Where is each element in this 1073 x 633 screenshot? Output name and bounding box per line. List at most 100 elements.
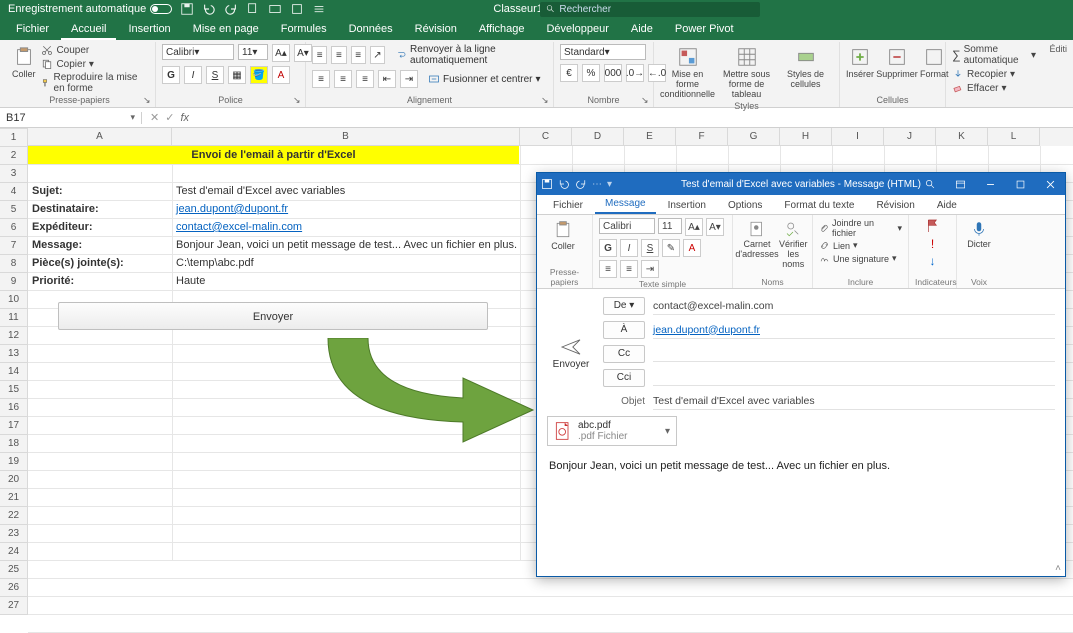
label-pj[interactable]: Pièce(s) jointe(s): <box>28 254 172 272</box>
ol-font-size[interactable]: 11 <box>658 218 682 234</box>
ol-cci-button[interactable]: Cci <box>603 369 645 387</box>
ol-increase-font[interactable]: A▴ <box>685 218 703 236</box>
ol-cci-field[interactable] <box>653 370 1055 386</box>
ol-highlight[interactable]: ✎ <box>662 239 680 257</box>
borders-button[interactable]: ▦ <box>228 66 246 84</box>
row-header[interactable]: 18 <box>0 435 28 453</box>
autosum-button[interactable]: ∑Somme automatique ▾ <box>952 44 1036 66</box>
ol-tab-options[interactable]: Options <box>718 197 772 214</box>
align-top-button[interactable]: ≡ <box>312 46 327 64</box>
col-header[interactable]: A <box>28 128 172 146</box>
ol-to-button[interactable]: À <box>603 321 645 339</box>
align-middle-button[interactable]: ≡ <box>331 46 346 64</box>
tab-home[interactable]: Accueil <box>61 20 116 40</box>
search-box[interactable] <box>540 2 760 17</box>
row-header[interactable]: 27 <box>0 597 28 615</box>
ol-cc-field[interactable] <box>653 346 1055 362</box>
fill-color-button[interactable]: 🪣 <box>250 66 268 84</box>
envoyer-button[interactable]: Envoyer <box>58 302 488 330</box>
conditional-format-button[interactable]: Mise en forme conditionnelle <box>660 44 715 100</box>
row-header[interactable]: 2 <box>0 147 28 165</box>
col-header[interactable]: L <box>988 128 1040 146</box>
row-header[interactable]: 1 <box>0 129 28 147</box>
font-size-select[interactable]: 11 ▾ <box>238 44 268 60</box>
value-message[interactable]: Bonjour Jean, voici un petit message de … <box>172 236 532 254</box>
tab-layout[interactable]: Mise en page <box>183 20 269 40</box>
col-header[interactable]: C <box>520 128 572 146</box>
font-name-select[interactable]: Calibri ▾ <box>162 44 234 60</box>
number-format-select[interactable]: Standard ▾ <box>560 44 646 60</box>
minimize-button[interactable] <box>975 173 1005 195</box>
ol-dictate-button[interactable]: Dicter <box>963 218 995 250</box>
ol-tab-format[interactable]: Format du texte <box>774 197 864 214</box>
comma-button[interactable]: 000 <box>604 64 622 82</box>
col-header[interactable]: E <box>624 128 676 146</box>
tab-insert[interactable]: Insertion <box>118 20 180 40</box>
row-header[interactable]: 15 <box>0 381 28 399</box>
align-bottom-button[interactable]: ≡ <box>351 46 366 64</box>
col-header[interactable]: G <box>728 128 780 146</box>
label-priorite[interactable]: Priorité: <box>28 272 172 290</box>
ol-tab-insert[interactable]: Insertion <box>658 197 716 214</box>
row-header[interactable]: 9 <box>0 273 28 291</box>
increase-font-button[interactable]: A▴ <box>272 44 290 62</box>
value-sujet[interactable]: Test d'email d'Excel avec variables <box>172 182 520 200</box>
label-expediteur[interactable]: Expéditeur: <box>28 218 172 236</box>
ol-tab-file[interactable]: Fichier <box>543 197 593 214</box>
row-header[interactable]: 4 <box>0 183 28 201</box>
ol-to-field[interactable]: jean.dupont@dupont.fr <box>653 322 1055 339</box>
font-color-button[interactable]: A <box>272 66 290 84</box>
merge-center-button[interactable]: Fusionner et centrer ▾ <box>428 73 541 85</box>
cut-button[interactable]: Couper <box>41 44 149 56</box>
maximize-button[interactable] <box>1005 173 1035 195</box>
ol-message-body[interactable]: Bonjour Jean, voici un petit message de … <box>547 452 1055 568</box>
save-icon[interactable] <box>180 2 194 16</box>
ol-bullets[interactable]: ≡ <box>599 260 617 278</box>
row-header[interactable]: 13 <box>0 345 28 363</box>
ol-font-name[interactable]: Calibri <box>599 218 655 234</box>
ol-from-field[interactable]: contact@excel-malin.com <box>653 298 1055 315</box>
cell-styles-button[interactable]: Styles de cellules <box>778 44 833 90</box>
clipboard-launcher[interactable]: ↘ <box>143 95 153 105</box>
align-center-button[interactable]: ≡ <box>334 70 352 88</box>
row-header[interactable]: 23 <box>0 525 28 543</box>
tab-developer[interactable]: Développeur <box>536 20 618 40</box>
label-sujet[interactable]: Sujet: <box>28 182 172 200</box>
row-header[interactable]: 11 <box>0 309 28 327</box>
col-header[interactable]: F <box>676 128 728 146</box>
row-header[interactable]: 22 <box>0 507 28 525</box>
ol-checknames-button[interactable]: Vérifier les noms <box>779 218 808 270</box>
ol-undo-icon[interactable] <box>558 178 570 190</box>
chevron-down-icon[interactable]: ▾ <box>665 426 670 437</box>
indent-increase-button[interactable]: ⇥ <box>400 70 418 88</box>
ol-subject-field[interactable]: Test d'email d'Excel avec variables <box>653 393 1055 410</box>
name-box[interactable]: B17 ▾ <box>0 112 142 124</box>
ol-link-button[interactable]: Lien ▾ <box>819 240 902 251</box>
ol-from-button[interactable]: De ▾ <box>603 297 645 315</box>
autosave-toggle[interactable] <box>150 4 172 14</box>
tab-view[interactable]: Affichage <box>469 20 535 40</box>
bold-button[interactable]: G <box>162 66 180 84</box>
tab-help[interactable]: Aide <box>621 20 663 40</box>
high-importance-icon[interactable]: ! <box>931 237 934 251</box>
ol-decrease-font[interactable]: A▾ <box>706 218 724 236</box>
ol-attach-file-button[interactable]: Joindre un fichier ▾ <box>819 218 902 238</box>
tab-formulas[interactable]: Formules <box>271 20 337 40</box>
col-header[interactable]: K <box>936 128 988 146</box>
qat-icon-2[interactable] <box>268 2 282 16</box>
clear-button[interactable]: Effacer ▾ <box>952 82 1036 94</box>
ol-cc-button[interactable]: Cc <box>603 345 645 363</box>
fill-button[interactable]: Recopier ▾ <box>952 68 1036 80</box>
tab-file[interactable]: Fichier <box>6 20 59 40</box>
redo-icon[interactable] <box>224 2 238 16</box>
format-as-table-button[interactable]: Mettre sous forme de tableau <box>719 44 774 100</box>
enter-formula-icon[interactable]: ✓ <box>165 111 174 124</box>
align-left-button[interactable]: ≡ <box>312 70 330 88</box>
row-header[interactable]: 25 <box>0 561 28 579</box>
close-button[interactable] <box>1035 173 1065 195</box>
paste-button[interactable]: Coller <box>10 44 37 80</box>
ol-search-icon[interactable] <box>915 173 945 195</box>
undo-icon[interactable] <box>202 2 216 16</box>
copy-button[interactable]: Copier ▾ <box>41 58 149 70</box>
col-header[interactable]: D <box>572 128 624 146</box>
